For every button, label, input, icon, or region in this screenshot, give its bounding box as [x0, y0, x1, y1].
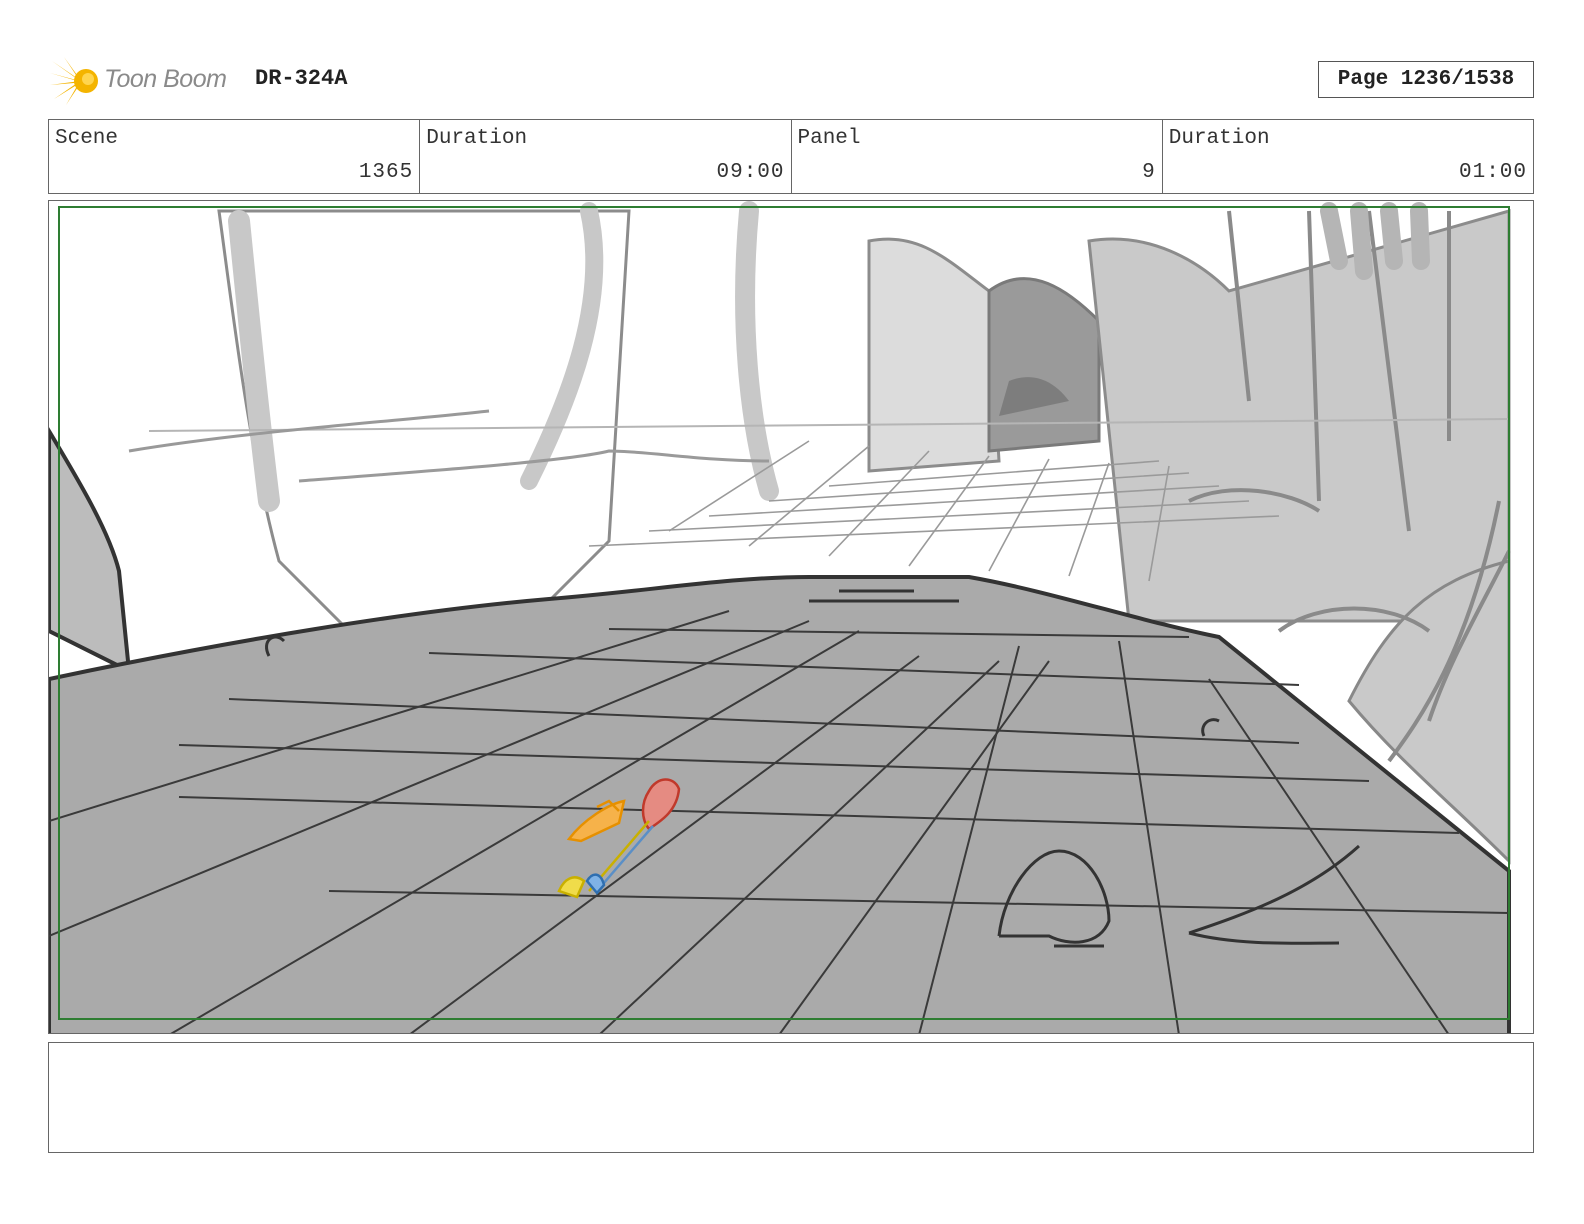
- panel-duration-label: Duration: [1168, 127, 1270, 150]
- panel-duration-cell: Duration 01:00: [1163, 120, 1533, 193]
- toon-boom-logo: Toon Boom: [50, 55, 240, 107]
- scene-info-table: Scene 1365 Duration 09:00 Panel 9 Durati…: [48, 119, 1534, 194]
- logo-wordmark: Toon Boom: [104, 65, 227, 93]
- notes-box[interactable]: [48, 1042, 1534, 1153]
- scene-duration-label: Duration: [426, 127, 528, 150]
- panel-label: Panel: [797, 127, 861, 150]
- starburst-icon: [50, 57, 98, 105]
- scene-cell: Scene 1365: [49, 120, 421, 193]
- scene-number: 1365: [358, 161, 414, 184]
- project-code: DR-324A: [255, 66, 348, 91]
- panel-duration-value: 01:00: [1458, 161, 1527, 184]
- scene-duration-value: 09:00: [716, 161, 785, 184]
- scene-duration-cell: Duration 09:00: [420, 120, 792, 193]
- panel-sketch: [49, 201, 1511, 1033]
- panel-cell: Panel 9: [792, 120, 1163, 193]
- page-indicator: Page 1236/1538: [1318, 61, 1534, 98]
- panel-number: 9: [1142, 161, 1156, 184]
- scene-label: Scene: [55, 127, 119, 150]
- storyboard-panel: [48, 200, 1534, 1034]
